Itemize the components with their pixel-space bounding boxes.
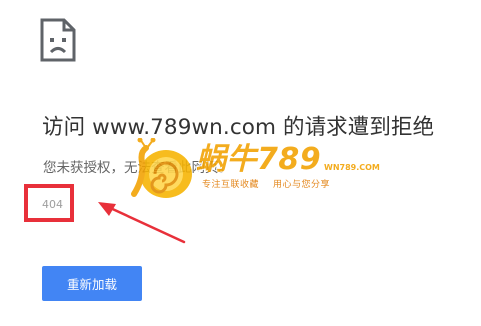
snail-logo-icon — [131, 138, 192, 198]
watermark-slogan-left: 专注互联收藏 — [202, 180, 260, 190]
watermark-domain: WN789.COM — [324, 163, 380, 172]
watermark-slogan-right: 用心与您分享 — [273, 180, 331, 190]
sad-page-icon — [40, 18, 76, 62]
error-code: 404 — [42, 198, 63, 211]
watermark: 蜗牛789 WN789.COM 专注互联收藏 用心与您分享 — [130, 138, 380, 200]
watermark-slogan: 专注互联收藏 用心与您分享 — [202, 177, 330, 190]
watermark-brand: 蜗牛789 — [196, 142, 322, 177]
annotation-arrow-icon — [98, 202, 186, 244]
error-page: 访问 www.789wn.com 的请求遭到拒绝 您未获授权，无法查看此网页。 … — [0, 0, 481, 326]
reload-button[interactable]: 重新加载 — [42, 266, 142, 301]
